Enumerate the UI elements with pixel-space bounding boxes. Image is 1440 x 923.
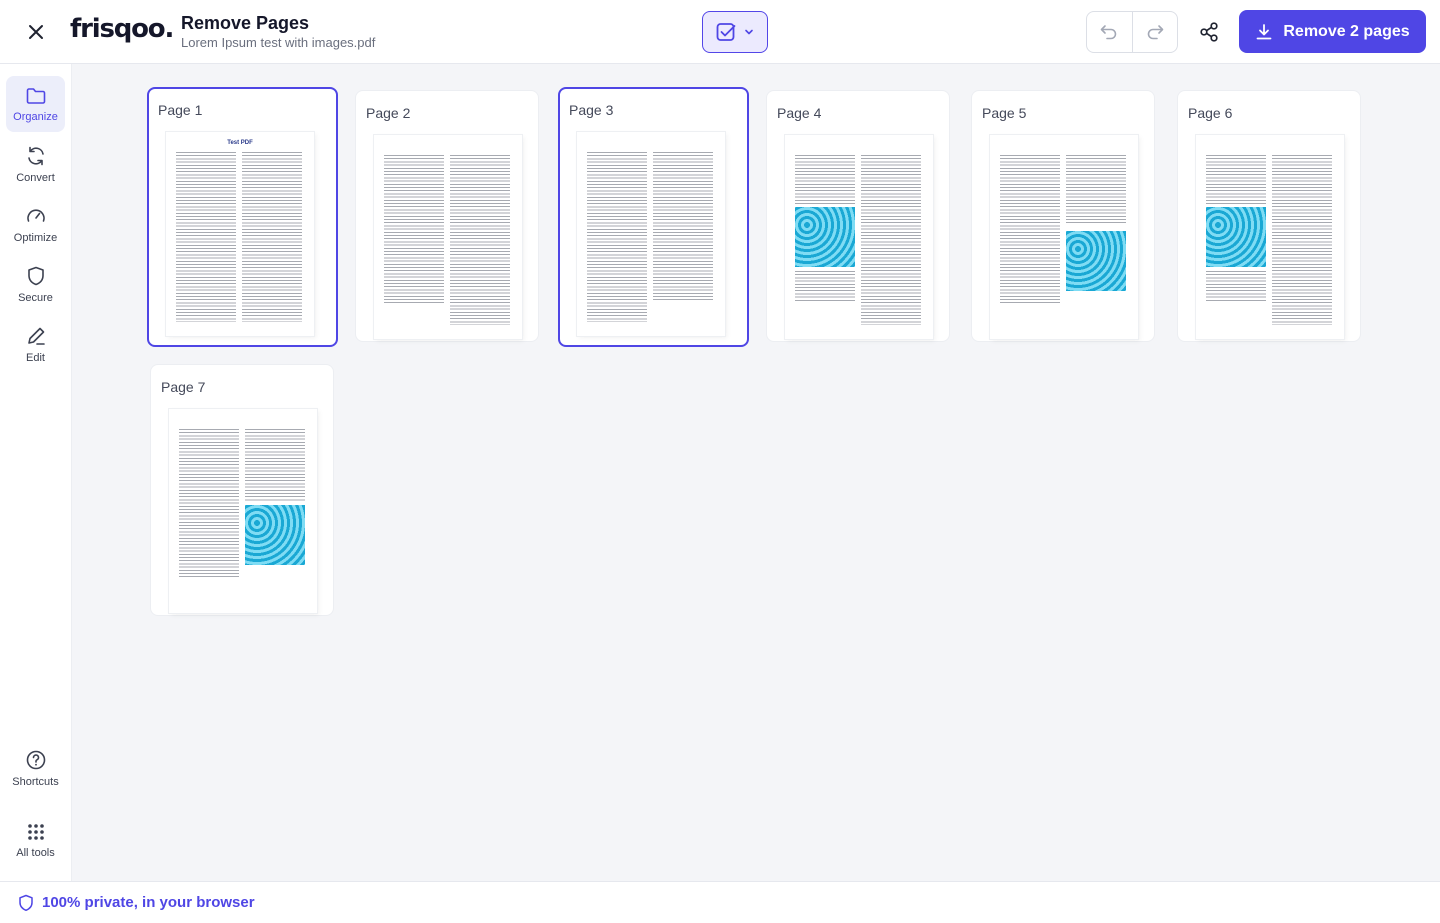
- text-column: [1206, 155, 1266, 205]
- close-icon: [29, 25, 43, 39]
- app-header: frisqoo. Remove Pages Lorem Ipsum test w…: [0, 0, 1440, 64]
- page-label: Page 1: [158, 102, 203, 118]
- text-column: [1206, 271, 1266, 301]
- sidebar-item-organize[interactable]: Organize: [6, 76, 65, 132]
- sidebar: Organize Convert Optimize Secure Edit Sh…: [0, 64, 72, 881]
- page-title: Remove Pages: [181, 13, 310, 33]
- close-button[interactable]: [20, 16, 52, 48]
- sidebar-item-label: All tools: [16, 846, 55, 859]
- shield-icon: [27, 266, 44, 285]
- page-thumbnail: [990, 135, 1138, 339]
- page-card-6[interactable]: Page 6: [1177, 90, 1361, 342]
- question-icon: [26, 750, 45, 769]
- privacy-text: 100% private, in your browser: [42, 894, 255, 911]
- sidebar-item-secure[interactable]: Secure: [6, 256, 65, 312]
- gauge-icon: [26, 208, 45, 222]
- refresh-icon: [27, 146, 44, 165]
- page-image: [1206, 207, 1266, 267]
- text-column: [245, 429, 305, 501]
- undo-redo-group: [1086, 11, 1178, 53]
- text-column: [176, 152, 236, 322]
- page-label: Page 4: [777, 105, 822, 121]
- page-label: Page 3: [569, 102, 614, 118]
- sidebar-item-label: Edit: [26, 351, 45, 364]
- page-card-7[interactable]: Page 7: [150, 364, 334, 616]
- text-column: [450, 155, 510, 325]
- redo-icon: [1147, 25, 1164, 40]
- folder-icon: [26, 87, 45, 104]
- page-card-5[interactable]: Page 5: [971, 90, 1155, 342]
- page-card-4[interactable]: Page 4: [766, 90, 950, 342]
- text-column: [1272, 155, 1332, 325]
- grid-icon: [27, 823, 44, 840]
- remove-pages-label: Remove 2 pages: [1283, 22, 1410, 40]
- pencil-icon: [27, 327, 45, 345]
- select-mode-button[interactable]: [702, 11, 768, 53]
- page-card-3[interactable]: Page 3: [558, 87, 749, 347]
- page-thumbnail: [169, 409, 317, 613]
- page-image: [245, 505, 305, 565]
- text-column: [1000, 155, 1060, 305]
- sidebar-item-label: Shortcuts: [12, 775, 59, 788]
- sidebar-item-edit[interactable]: Edit: [6, 316, 65, 372]
- sidebar-item-label: Organize: [13, 110, 58, 123]
- page-card-2[interactable]: Page 2: [355, 90, 539, 342]
- text-column: [795, 271, 855, 301]
- page-thumbnail: [785, 135, 933, 339]
- share-icon: [1200, 22, 1218, 42]
- text-column: [384, 155, 444, 305]
- privacy-footer: 100% private, in your browser: [0, 881, 1440, 923]
- share-button[interactable]: [1190, 14, 1228, 50]
- page-doc-title: Test PDF: [227, 140, 253, 146]
- page-label: Page 5: [982, 105, 1027, 121]
- title-block: Remove Pages Lorem Ipsum test with image…: [181, 13, 375, 50]
- remove-pages-button[interactable]: Remove 2 pages: [1239, 10, 1426, 53]
- text-column: [587, 152, 647, 322]
- undo-icon: [1101, 25, 1117, 40]
- page-image: [795, 207, 855, 267]
- file-name: Lorem Ipsum test with images.pdf: [181, 35, 376, 50]
- sidebar-item-convert[interactable]: Convert: [6, 136, 65, 192]
- sidebar-item-all-tools[interactable]: All tools: [6, 812, 65, 868]
- chevron-down-icon: [745, 29, 753, 35]
- sidebar-item-label: Convert: [16, 171, 55, 184]
- page-label: Page 2: [366, 105, 411, 121]
- sidebar-item-shortcuts[interactable]: Shortcuts: [6, 740, 65, 796]
- text-column: [1066, 155, 1126, 225]
- text-column: [179, 429, 239, 579]
- page-image: [1066, 231, 1126, 291]
- page-grid: Page 1 Test PDF Page 2 Page 3 Page 4 Pag…: [72, 64, 1440, 881]
- redo-button[interactable]: [1131, 12, 1177, 52]
- text-column: [242, 152, 302, 322]
- text-column: [861, 155, 921, 325]
- page-label: Page 7: [161, 379, 206, 395]
- sidebar-item-optimize[interactable]: Optimize: [6, 196, 65, 252]
- page-label: Page 6: [1188, 105, 1233, 121]
- page-thumbnail: [374, 135, 522, 339]
- sidebar-item-label: Secure: [18, 291, 53, 304]
- page-thumbnail: [577, 132, 725, 336]
- text-column: [795, 155, 855, 205]
- frisqoo-logo[interactable]: frisqoo.: [70, 14, 174, 44]
- checkbox-icon: [716, 23, 736, 41]
- page-thumbnail: [1196, 135, 1344, 339]
- shield-icon: [19, 894, 33, 911]
- text-column: [653, 152, 713, 302]
- download-icon: [1256, 23, 1272, 39]
- page-thumbnail: Test PDF: [166, 132, 314, 336]
- undo-button[interactable]: [1087, 12, 1132, 52]
- page-card-1[interactable]: Page 1 Test PDF: [147, 87, 338, 347]
- sidebar-item-label: Optimize: [13, 231, 58, 244]
